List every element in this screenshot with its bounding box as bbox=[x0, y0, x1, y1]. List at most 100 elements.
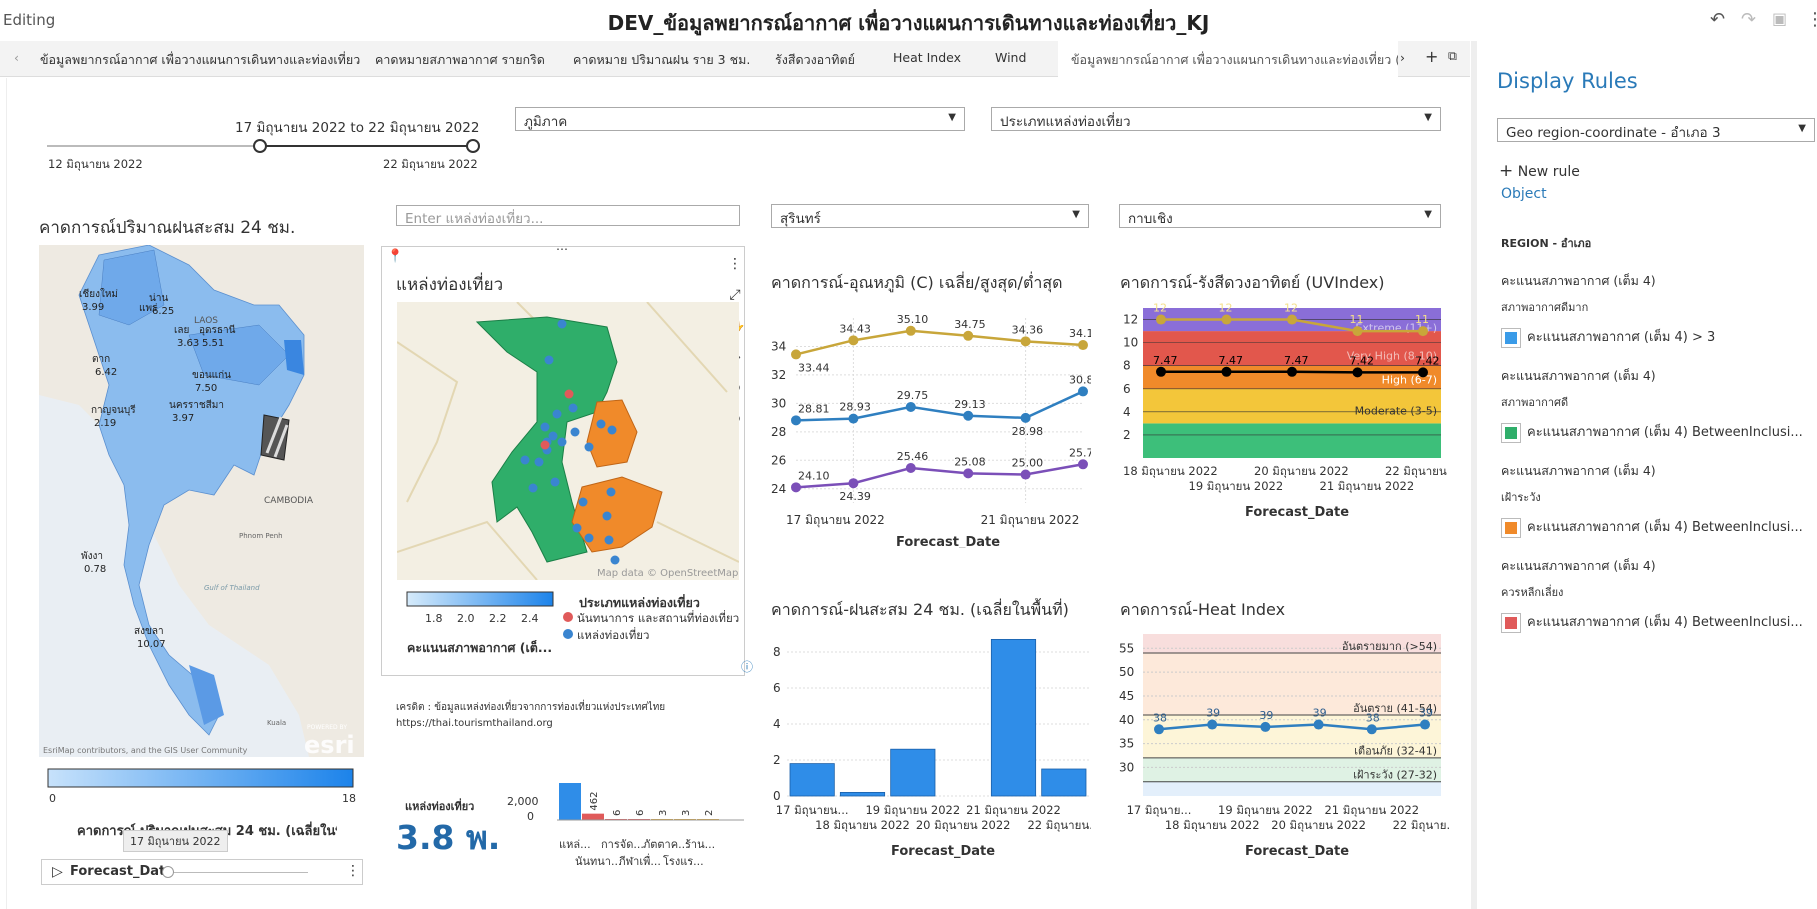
rain-bar[interactable] bbox=[789, 763, 835, 797]
attraction-type-dropdown[interactable]: ประเภทแหล่งท่องเที่ยว ▼ bbox=[991, 107, 1441, 131]
data-point[interactable] bbox=[1313, 719, 1324, 730]
rain-bar[interactable] bbox=[839, 791, 886, 797]
rain-bar[interactable] bbox=[990, 638, 1037, 797]
redo-icon[interactable]: ↷ bbox=[1741, 9, 1756, 30]
data-point[interactable] bbox=[963, 330, 974, 341]
data-point[interactable] bbox=[1221, 314, 1232, 325]
object-link[interactable]: Object bbox=[1501, 186, 1547, 202]
pin-icon[interactable]: 📍 bbox=[387, 249, 403, 264]
rain-map[interactable]: LAOS CAMBODIA Phnom Penh Gulf of Thailan… bbox=[39, 245, 364, 757]
mini-bar[interactable] bbox=[559, 783, 581, 820]
attraction-point[interactable] bbox=[568, 403, 578, 413]
data-point[interactable] bbox=[1078, 340, 1088, 351]
attraction-point[interactable] bbox=[596, 419, 606, 429]
attraction-point[interactable] bbox=[552, 409, 562, 419]
rain-bar[interactable] bbox=[1041, 768, 1087, 797]
data-point[interactable] bbox=[905, 325, 916, 336]
attraction-point[interactable] bbox=[570, 427, 580, 437]
data-point[interactable] bbox=[1078, 459, 1088, 470]
tab-1[interactable]: ข้อมูลพยากรณ์อากาศ เพื่อวางแผนการเดินทาง… bbox=[40, 50, 360, 70]
data-point[interactable] bbox=[848, 413, 859, 424]
more-icon[interactable]: ⋮ bbox=[1806, 9, 1817, 30]
drag-handle-icon[interactable]: ⋯ bbox=[556, 242, 568, 256]
duplicate-tab-icon[interactable]: ⧉ bbox=[1448, 48, 1457, 64]
attraction-map[interactable]: Map data © OpenStreetMap bbox=[397, 302, 739, 580]
attraction-point[interactable] bbox=[520, 455, 530, 465]
rule-color-swatch[interactable] bbox=[1501, 612, 1521, 633]
info-icon[interactable]: ⓘ bbox=[741, 658, 753, 675]
tab-3[interactable]: คาดหมาย ปริมาณฝน ราย 3 ชม. bbox=[573, 50, 750, 70]
uv-chart[interactable]: 24681012Moderate (3-5)High (6-7)Very Hig… bbox=[1119, 298, 1449, 538]
data-point[interactable] bbox=[1418, 367, 1428, 378]
data-point[interactable] bbox=[1020, 469, 1031, 480]
tab-scroll-left-icon[interactable]: ‹ bbox=[14, 50, 19, 65]
slider-start-handle[interactable] bbox=[253, 139, 267, 153]
data-point[interactable] bbox=[1260, 721, 1271, 732]
data-point[interactable] bbox=[963, 410, 974, 421]
play-more-icon[interactable]: ⋮ bbox=[346, 863, 360, 879]
attraction-point[interactable] bbox=[528, 483, 538, 493]
attraction-point[interactable] bbox=[572, 523, 582, 533]
rule-color-swatch[interactable] bbox=[1501, 327, 1521, 348]
new-rule-button[interactable]: + New rule bbox=[1499, 161, 1580, 181]
display-rule[interactable]: คะแนนสภาพอากาศ (เต็ม 4) สภาพอากาศดีมาก คะแ… bbox=[1501, 271, 1715, 348]
data-point[interactable] bbox=[791, 349, 801, 360]
attraction-point[interactable] bbox=[578, 497, 588, 507]
attraction-point[interactable] bbox=[540, 422, 550, 432]
tab-7[interactable]: ข้อมูลพยากรณ์อากาศ เพื่อวางแผนการเดินทาง… bbox=[1058, 41, 1398, 77]
rain-bar[interactable] bbox=[890, 748, 936, 797]
display-rule[interactable]: คะแนนสภาพอากาศ (เต็ม 4) เฝ้าระวัง คะแนนสภา… bbox=[1501, 461, 1803, 538]
attraction-point[interactable] bbox=[540, 440, 550, 450]
data-point[interactable] bbox=[848, 335, 859, 346]
data-point[interactable] bbox=[1154, 724, 1164, 735]
rain-chart[interactable]: 0 2 4 6 8 17 มิถุนายน... 19 มิถุนายน 2022 21 มิ… bbox=[771, 624, 1091, 879]
tab-scroll-right-icon[interactable]: › bbox=[1400, 50, 1405, 65]
data-point[interactable] bbox=[1207, 719, 1218, 730]
data-point[interactable] bbox=[1221, 366, 1232, 377]
attraction-point[interactable] bbox=[557, 319, 567, 329]
tab-6[interactable]: Wind bbox=[995, 50, 1026, 65]
data-point[interactable] bbox=[1287, 314, 1297, 325]
mini-bar[interactable] bbox=[582, 813, 604, 820]
heat-chart[interactable]: 303540455055 อันตรายมาก (>54)อันตราย (41-… bbox=[1119, 624, 1449, 879]
district-dropdown[interactable]: กาบเชิง ▼ bbox=[1119, 204, 1441, 228]
data-point[interactable] bbox=[905, 401, 916, 412]
attraction-point[interactable] bbox=[534, 457, 544, 467]
display-rule[interactable]: คะแนนสภาพอากาศ (เต็ม 4) ควรหลีกเลี่ยง คะแน… bbox=[1501, 556, 1803, 633]
province-dropdown[interactable]: สุรินทร์ ▼ bbox=[771, 204, 1089, 228]
data-point[interactable] bbox=[791, 415, 801, 426]
attraction-point[interactable] bbox=[544, 355, 554, 365]
temp-chart[interactable]: 24 26 28 30 32 34 33.44 34.43 35.10 34.75 34.36 34.… bbox=[771, 298, 1091, 548]
attraction-point[interactable] bbox=[584, 442, 594, 452]
region-dropdown[interactable]: ภูมิภาค ▼ bbox=[515, 107, 965, 131]
tab-2[interactable]: คาดหมายสภาพอากาศ รายกริด bbox=[375, 50, 545, 70]
tab-5[interactable]: Heat Index bbox=[893, 50, 961, 65]
slider-end-handle[interactable] bbox=[466, 139, 480, 153]
display-rule[interactable]: คะแนนสภาพอากาศ (เต็ม 4) สภาพอากาศดี คะแนนส… bbox=[1501, 366, 1803, 443]
play-icon[interactable]: ▷ bbox=[52, 864, 63, 880]
data-point[interactable] bbox=[1352, 367, 1363, 378]
attraction-point[interactable] bbox=[584, 533, 594, 543]
add-tab-icon[interactable]: + bbox=[1425, 47, 1438, 66]
data-point[interactable] bbox=[1420, 719, 1430, 730]
credit-url[interactable]: https://thai.tourismthailand.org bbox=[396, 718, 553, 729]
attraction-point[interactable] bbox=[607, 425, 617, 435]
data-point[interactable] bbox=[1020, 336, 1031, 347]
attraction-point[interactable] bbox=[564, 389, 574, 399]
rules-dropdown[interactable]: Geo region-coordinate - อำเภอ 3 ▼ bbox=[1497, 118, 1815, 142]
attraction-point[interactable] bbox=[602, 511, 612, 521]
tab-4[interactable]: รังสีดวงอาทิตย์ bbox=[775, 50, 855, 70]
attraction-point[interactable] bbox=[604, 535, 614, 545]
data-point[interactable] bbox=[1078, 386, 1088, 397]
mini-bar-chart[interactable]: 2,00003,27446266332แหล่...การจัด...ภัตตา… bbox=[507, 783, 747, 887]
save-icon[interactable]: ▣ bbox=[1772, 9, 1787, 28]
data-point[interactable] bbox=[1366, 724, 1377, 735]
rule-color-swatch[interactable] bbox=[1501, 517, 1521, 538]
more-icon[interactable]: ⋮ bbox=[728, 249, 742, 280]
play-handle[interactable] bbox=[162, 866, 174, 878]
data-point[interactable] bbox=[791, 482, 801, 493]
attraction-point[interactable] bbox=[550, 477, 560, 487]
attraction-point[interactable] bbox=[557, 437, 567, 447]
data-point[interactable] bbox=[1156, 314, 1166, 325]
data-point[interactable] bbox=[1020, 412, 1031, 423]
